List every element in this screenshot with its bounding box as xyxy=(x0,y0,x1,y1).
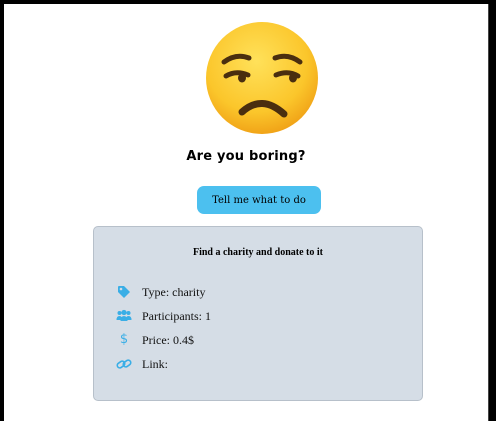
dollar-icon: $ xyxy=(119,332,129,347)
activity-type-row: Type: charity xyxy=(116,284,205,300)
activity-card: Find a charity and donate to it Type: ch… xyxy=(93,226,423,401)
activity-price-row: $ Price: 0.4$ xyxy=(116,332,194,348)
page-title: Are you boring? xyxy=(186,149,306,164)
link-icon xyxy=(116,356,132,372)
activity-link-row: Link: xyxy=(116,356,168,372)
tag-icon xyxy=(116,284,132,300)
activity-participants-text: Participants: 1 xyxy=(142,308,211,323)
activity-title: Find a charity and donate to it xyxy=(192,247,323,258)
users-icon xyxy=(116,308,132,324)
activity-type-text: Type: charity xyxy=(142,284,206,299)
activity-price-text: Price: 0.4$ xyxy=(142,332,194,347)
app-frame: Are you boring? Tell me what to do Find … xyxy=(4,4,489,421)
tell-me-what-to-do-button[interactable]: Tell me what to do xyxy=(197,186,321,214)
activity-participants-row: Participants: 1 xyxy=(116,308,211,324)
activity-link-label: Link: xyxy=(142,356,168,371)
unamused-face-icon xyxy=(202,18,322,138)
